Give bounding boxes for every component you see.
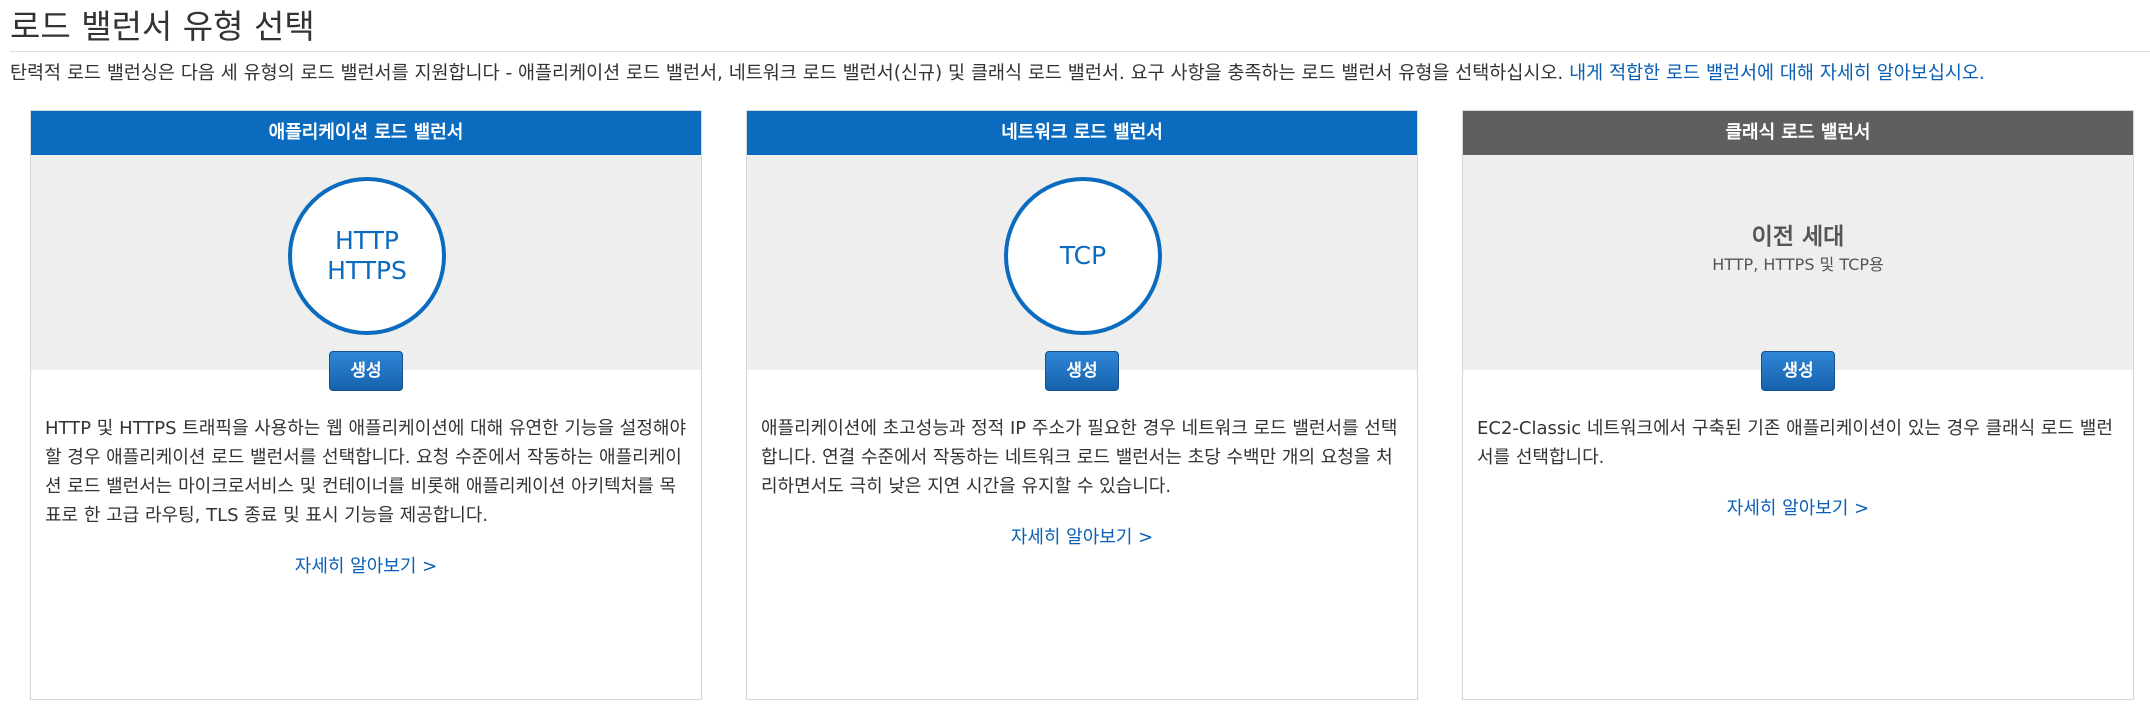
- protocol-label-https: HTTPS: [327, 256, 407, 285]
- classic-load-balancer-card: 클래식 로드 밸런서 이전 세대 HTTP, HTTPS 및 TCP용 생성 E…: [1462, 110, 2134, 700]
- card-visual-application: HTTP HTTPS 생성: [31, 155, 701, 391]
- application-load-balancer-card: 애플리케이션 로드 밸런서 HTTP HTTPS 생성 HTTP 및 HTTPS…: [30, 110, 702, 700]
- protocol-circle-http-https: HTTP HTTPS: [288, 177, 446, 335]
- network-load-balancer-card: 네트워크 로드 밸런서 TCP 생성 애플리케이션에 초고성능과 정적 IP 주…: [746, 110, 1418, 700]
- card-header-application: 애플리케이션 로드 밸런서: [31, 111, 701, 155]
- intro-paragraph: 탄력적 로드 밸런싱은 다음 세 유형의 로드 밸런서를 지원합니다 - 애플리…: [10, 58, 2140, 90]
- title-divider: [10, 51, 2150, 52]
- legacy-generation-label: 이전 세대 HTTP, HTTPS 및 TCP용: [1463, 221, 2133, 277]
- card-visual-network: TCP 생성: [747, 155, 1417, 391]
- load-balancer-type-page: 로드 밸런서 유형 선택 탄력적 로드 밸런싱은 다음 세 유형의 로드 밸런서…: [0, 0, 2150, 712]
- create-application-lb-button[interactable]: 생성: [329, 351, 403, 391]
- protocol-label-http: HTTP: [335, 226, 399, 255]
- card-visual-classic: 이전 세대 HTTP, HTTPS 및 TCP용 생성: [1463, 155, 2133, 391]
- create-network-lb-button[interactable]: 생성: [1045, 351, 1119, 391]
- card-header-classic: 클래식 로드 밸런서: [1463, 111, 2133, 155]
- card-description-network: 애플리케이션에 초고성능과 정적 IP 주소가 필요한 경우 네트워크 로드 밸…: [761, 418, 1398, 497]
- create-classic-lb-button[interactable]: 생성: [1761, 351, 1835, 391]
- legacy-title: 이전 세대: [1751, 224, 1845, 250]
- protocol-label-tcp: TCP: [1059, 241, 1107, 270]
- card-header-network: 네트워크 로드 밸런서: [747, 111, 1417, 155]
- learn-more-application-link[interactable]: 자세히 알아보기 >: [31, 552, 701, 578]
- learn-more-classic-link[interactable]: 자세히 알아보기 >: [1463, 494, 2133, 520]
- page-title: 로드 밸런서 유형 선택: [10, 7, 315, 46]
- card-description-classic: EC2-Classic 네트워크에서 구축된 기존 애플리케이션이 있는 경우 …: [1477, 418, 2113, 468]
- learn-more-network-link[interactable]: 자세히 알아보기 >: [747, 523, 1417, 549]
- legacy-subtitle: HTTP, HTTPS 및 TCP용: [1712, 255, 1884, 274]
- intro-learn-link[interactable]: 내게 적합한 로드 밸런서에 대해 자세히 알아보십시오.: [1569, 63, 1985, 84]
- intro-text: 탄력적 로드 밸런싱은 다음 세 유형의 로드 밸런서를 지원합니다 - 애플리…: [10, 63, 1564, 84]
- protocol-circle-tcp: TCP: [1004, 177, 1162, 335]
- card-description-application: HTTP 및 HTTPS 트래픽을 사용하는 웹 애플리케이션에 대해 유연한 …: [45, 418, 687, 526]
